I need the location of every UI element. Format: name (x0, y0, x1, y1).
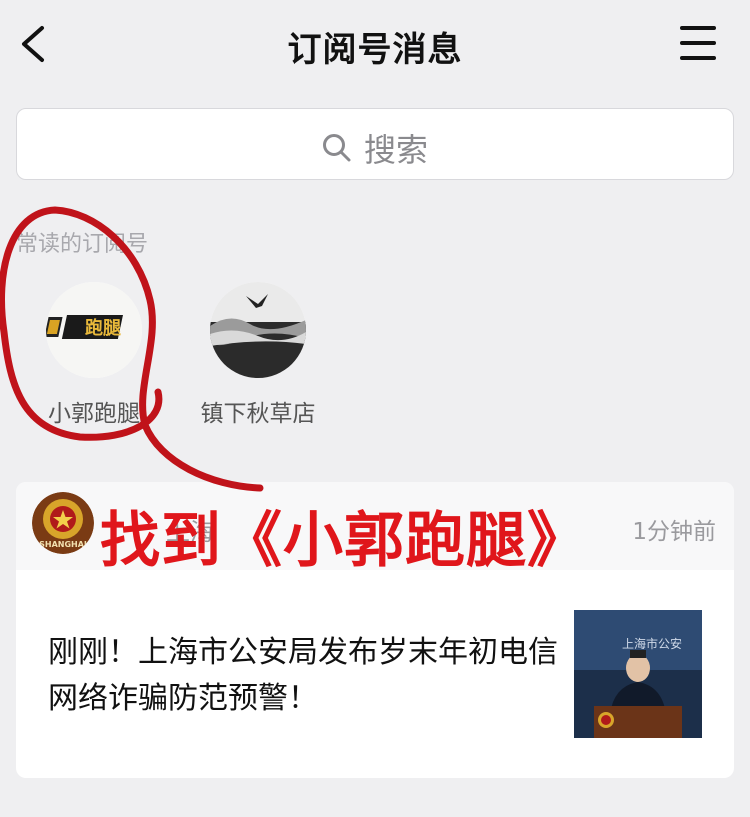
search-icon (322, 134, 351, 162)
search-placeholder: 搜索 (363, 131, 428, 169)
article-thumbnail[interactable]: 上海市公安 (574, 610, 702, 738)
menu-icon-bar (680, 56, 716, 60)
annotation-text: 找到《小郭跑腿》 (100, 506, 588, 576)
menu-icon-bar (680, 41, 716, 45)
bird-avatar-icon (210, 282, 306, 378)
screen: 订阅号消息 搜索 常读的订阅号 跑腿 小郭跑腿 镇下秋草店 SHANGHAI 上… (0, 0, 750, 817)
search-inner: 搜索 (17, 125, 733, 171)
article-title[interactable]: 刚刚！上海市公安局发布岁末年初电信网络诈骗防范预警！ (48, 630, 558, 722)
frequent-section-label: 常读的订阅号 (16, 232, 149, 257)
press-conference-image: 上海市公安 (574, 610, 702, 738)
avatar: 跑腿 (46, 282, 142, 378)
account-name: 小郭跑腿 (48, 401, 140, 427)
search-input[interactable]: 搜索 (16, 108, 734, 180)
svg-text:上海市公安: 上海市公安 (622, 636, 682, 651)
menu-button[interactable] (680, 26, 720, 64)
avatar (210, 282, 306, 378)
frequent-account-zhenxia[interactable]: 镇下秋草店 (178, 282, 338, 428)
top-navigation-bar: 订阅号消息 (0, 0, 750, 90)
account-name: 镇下秋草店 (200, 401, 316, 427)
card-timestamp: 1分钟前 (632, 519, 716, 545)
xiaoguo-logo-icon: 跑腿 (46, 282, 142, 378)
page-title: 订阅号消息 (287, 30, 463, 70)
svg-text:跑腿: 跑腿 (85, 317, 121, 339)
police-badge-icon: SHANGHAI (32, 492, 94, 554)
svg-text:SHANGHAI: SHANGHAI (39, 540, 87, 549)
frequent-account-xiaoguo[interactable]: 跑腿 小郭跑腿 (14, 282, 174, 428)
menu-icon (680, 26, 716, 30)
